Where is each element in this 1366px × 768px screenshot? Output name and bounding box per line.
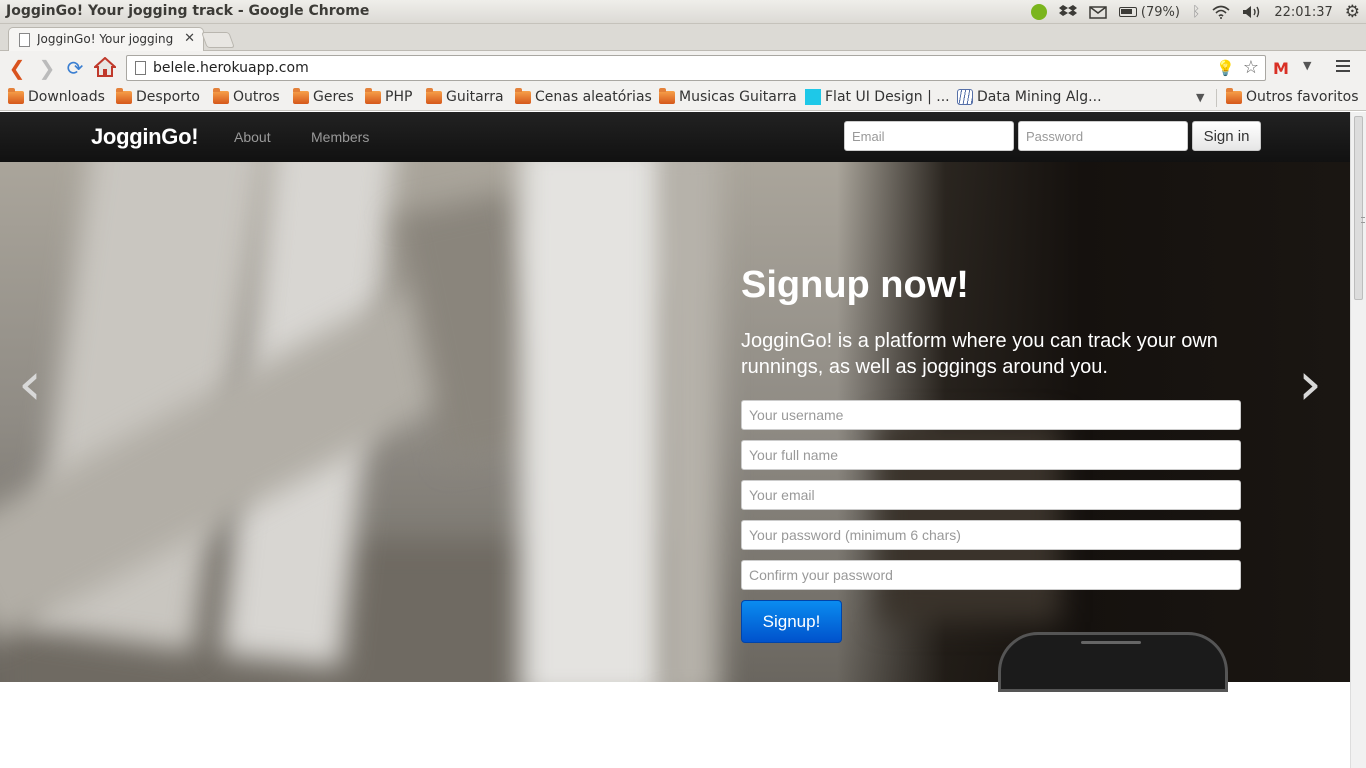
tab-title: JogginGo! Your jogging tr	[37, 32, 177, 46]
password-input[interactable]	[741, 520, 1241, 550]
mail-icon[interactable]	[1089, 3, 1107, 21]
site-navbar: JogginGo! About Members Sign in	[0, 112, 1350, 162]
bookmark-label: Musicas Guitarra	[679, 89, 797, 105]
bookmark-label: Downloads	[28, 89, 105, 105]
carousel-next-icon[interactable]: ›	[1298, 354, 1322, 414]
page-icon	[135, 61, 146, 75]
page-scrollbar[interactable]	[1350, 112, 1366, 768]
system-tray: (79%) ᛒ 22:01:37 ⚙	[1030, 0, 1366, 24]
full-name-input[interactable]	[741, 440, 1241, 470]
bookmark-label: Geres	[313, 89, 354, 105]
bookmark-desporto[interactable]: Desporto	[116, 87, 200, 105]
bookmark-star-icon[interactable]: ☆	[1243, 57, 1259, 78]
bookmark-outros-favoritos[interactable]: Outros favoritos	[1226, 87, 1359, 105]
signin-password-input[interactable]	[1018, 121, 1188, 151]
bookmark-outros[interactable]: Outros	[213, 87, 280, 105]
bookmark-label: PHP	[385, 89, 413, 105]
bookmark-downloads[interactable]: Downloads	[8, 87, 105, 105]
folder-icon	[116, 87, 132, 104]
browser-toolbar: ❮ ❯ ⟳ belele.herokuapp.com 💡 ☆ M ▼	[0, 51, 1366, 85]
bookmark-guitarra[interactable]: Guitarra	[426, 87, 504, 105]
folder-icon	[365, 87, 381, 104]
hero-carousel: ‹ › Signup now! JogginGo! is a platform …	[0, 162, 1350, 682]
battery-percent: (79%)	[1140, 4, 1180, 20]
nav-about-link[interactable]: About	[234, 129, 271, 145]
bookmark-musicas-guitarra[interactable]: Musicas Guitarra	[659, 87, 797, 105]
bookmarks-bar: Downloads Desporto Outros Geres PHP Guit…	[0, 85, 1366, 111]
folder-icon	[8, 87, 24, 104]
phone-image	[998, 632, 1228, 692]
scrollbar-thumb[interactable]	[1354, 116, 1365, 300]
url-text[interactable]: belele.herokuapp.com	[153, 60, 309, 76]
nav-members-link[interactable]: Members	[311, 129, 369, 145]
reload-icon[interactable]: ⟳	[64, 57, 86, 79]
username-input[interactable]	[741, 400, 1241, 430]
signup-description: JogginGo! is a platform where you can tr…	[741, 330, 1218, 378]
bookmark-label: Data Mining Alg...	[977, 89, 1102, 105]
dropbox-icon[interactable]	[1058, 3, 1077, 21]
wifi-icon[interactable]	[1212, 3, 1230, 21]
bookmark-label: Outros	[233, 89, 280, 105]
data-mining-icon	[957, 89, 973, 105]
new-tab-button[interactable]	[201, 32, 235, 48]
bookmark-geres[interactable]: Geres	[293, 87, 354, 105]
email-input[interactable]	[741, 480, 1241, 510]
gmail-icon[interactable]: M	[1273, 59, 1289, 78]
forward-arrow-icon[interactable]: ❯	[36, 57, 58, 79]
folder-icon	[515, 87, 531, 104]
signin-email-input[interactable]	[844, 121, 1014, 151]
signin-button[interactable]: Sign in	[1192, 121, 1261, 151]
signup-panel: Signup now! JogginGo! is a platform wher…	[741, 262, 1241, 643]
scroll-grip-icon	[1361, 217, 1365, 223]
folder-icon	[1226, 87, 1242, 104]
background-blur	[660, 162, 720, 682]
chrome-menu-icon[interactable]	[1336, 60, 1350, 75]
bluetooth-icon[interactable]: ᛒ	[1192, 3, 1200, 21]
folder-icon	[426, 87, 442, 104]
flat-ui-icon	[805, 89, 821, 105]
bookmark-flat-ui-design[interactable]: Flat UI Design | ...	[805, 89, 950, 105]
clock[interactable]: 22:01:37	[1274, 5, 1332, 20]
signup-button[interactable]: Signup!	[741, 600, 842, 643]
background-blur	[520, 162, 670, 682]
bookmark-label: Guitarra	[446, 89, 504, 105]
bookmarks-overflow-icon[interactable]: ▼	[1196, 91, 1204, 104]
bookmark-php[interactable]: PHP	[365, 87, 413, 105]
tab-strip: JogginGo! Your jogging tr ✕	[0, 24, 1366, 51]
carousel-prev-icon[interactable]: ‹	[18, 354, 42, 414]
battery-icon[interactable]: (79%)	[1118, 3, 1180, 21]
folder-icon	[293, 87, 309, 104]
volume-icon[interactable]	[1242, 3, 1262, 21]
back-arrow-icon[interactable]: ❮	[6, 57, 28, 79]
extension-dropdown-icon[interactable]: ▼	[1303, 59, 1311, 72]
page-favicon-icon	[19, 33, 30, 47]
bookmark-label: Cenas aleatórias	[535, 89, 652, 105]
folder-icon	[213, 87, 229, 104]
lightbulb-icon[interactable]: 💡	[1216, 59, 1235, 77]
spotify-icon[interactable]	[1030, 3, 1047, 21]
browser-tab[interactable]: JogginGo! Your jogging tr ✕	[8, 27, 204, 51]
settings-gear-icon[interactable]: ⚙	[1345, 2, 1360, 22]
folder-icon	[659, 87, 675, 104]
site-brand[interactable]: JogginGo!	[91, 124, 199, 150]
address-bar[interactable]: belele.herokuapp.com 💡 ☆	[126, 55, 1266, 81]
bookmark-label: Outros favoritos	[1246, 89, 1359, 105]
home-icon[interactable]	[92, 56, 118, 79]
confirm-password-input[interactable]	[741, 560, 1241, 590]
close-tab-icon[interactable]: ✕	[184, 31, 195, 46]
bookmark-label: Desporto	[136, 89, 200, 105]
window-title: JogginGo! Your jogging track - Google Ch…	[6, 3, 370, 19]
bookmark-label: Flat UI Design | ...	[825, 89, 950, 105]
os-top-bar: JogginGo! Your jogging track - Google Ch…	[0, 0, 1366, 24]
bookmark-data-mining[interactable]: Data Mining Alg...	[957, 89, 1102, 105]
signup-title: Signup now!	[741, 264, 969, 306]
bookmarks-divider	[1216, 89, 1217, 107]
bookmark-cenas-aleatorias[interactable]: Cenas aleatórias	[515, 87, 652, 105]
